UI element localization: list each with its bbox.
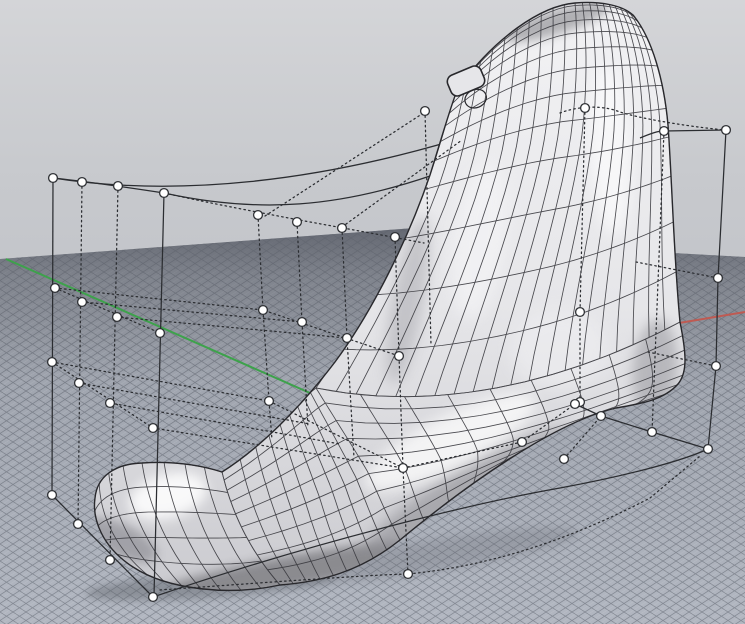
control-point[interactable]: [75, 379, 84, 388]
control-point[interactable]: [293, 218, 302, 227]
control-point[interactable]: [714, 274, 723, 283]
control-point[interactable]: [48, 491, 57, 500]
control-point[interactable]: [581, 104, 590, 113]
control-point[interactable]: [106, 399, 115, 408]
control-point[interactable]: [597, 412, 606, 421]
control-point[interactable]: [404, 570, 413, 579]
control-point[interactable]: [149, 593, 158, 602]
control-point[interactable]: [660, 127, 669, 136]
viewport-3d[interactable]: [0, 0, 745, 624]
control-point[interactable]: [560, 455, 569, 464]
control-point[interactable]: [74, 520, 83, 529]
control-point[interactable]: [114, 182, 123, 191]
control-point[interactable]: [648, 428, 657, 437]
control-point[interactable]: [265, 397, 274, 406]
control-point[interactable]: [51, 284, 60, 293]
control-point[interactable]: [106, 556, 115, 565]
control-point[interactable]: [343, 334, 352, 343]
control-point[interactable]: [160, 189, 169, 198]
control-point[interactable]: [49, 174, 58, 183]
control-point[interactable]: [712, 362, 721, 371]
control-point[interactable]: [259, 306, 268, 315]
control-point[interactable]: [149, 424, 158, 433]
control-point[interactable]: [338, 224, 347, 233]
control-point[interactable]: [704, 445, 713, 454]
control-point[interactable]: [254, 211, 263, 220]
control-point[interactable]: [395, 352, 404, 361]
control-point[interactable]: [78, 298, 87, 307]
control-point[interactable]: [421, 107, 430, 116]
control-point[interactable]: [722, 126, 731, 135]
control-point[interactable]: [571, 400, 580, 409]
control-point[interactable]: [298, 318, 307, 327]
shading-blob: [510, 310, 610, 390]
control-point[interactable]: [113, 313, 122, 322]
control-point[interactable]: [399, 464, 408, 473]
control-point[interactable]: [78, 178, 87, 187]
control-point[interactable]: [391, 233, 400, 242]
control-point[interactable]: [576, 308, 585, 317]
control-point[interactable]: [156, 329, 165, 338]
scene-svg: [0, 0, 745, 624]
control-point[interactable]: [48, 358, 57, 367]
control-point[interactable]: [518, 438, 527, 447]
